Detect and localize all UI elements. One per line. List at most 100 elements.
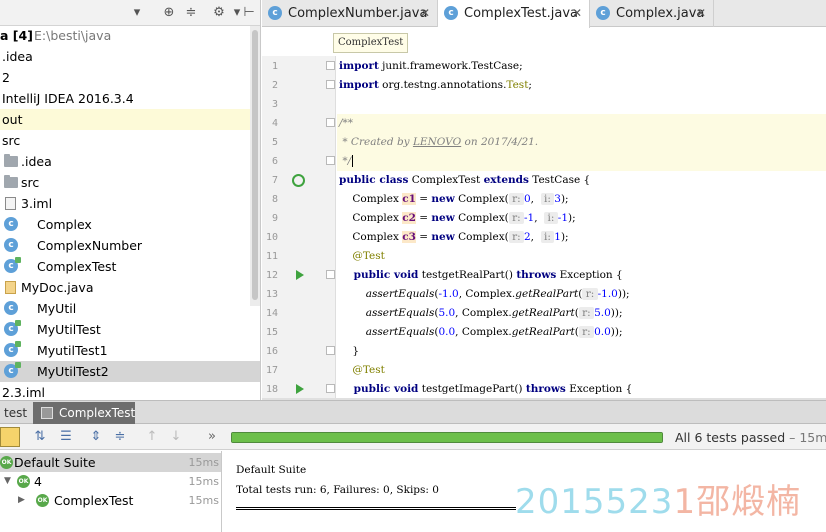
- tree-item-3-iml[interactable]: 3.iml: [0, 193, 250, 214]
- fold-marker[interactable]: [326, 156, 335, 165]
- project-scrollbar-thumb[interactable]: [252, 30, 258, 300]
- tab-complextest[interactable]: c ComplexTest.java ✕: [438, 0, 590, 28]
- code-line-5[interactable]: * Created by LENOVO on 2017/4/21.: [339, 133, 538, 152]
- test-class-icon: c: [4, 320, 21, 336]
- code-line-1[interactable]: import junit.framework.TestCase;: [339, 57, 523, 76]
- folder-icon: [4, 175, 18, 188]
- run-tab-complextest[interactable]: ComplexTest: [33, 402, 135, 424]
- java-file-icon: [5, 281, 16, 294]
- code-line-14[interactable]: assertEquals(5.0, Complex.getRealPart( r…: [339, 304, 623, 323]
- line-number: 7: [271, 175, 278, 186]
- sort-alpha-icon[interactable]: ⇅: [32, 429, 48, 445]
- test-suite-4[interactable]: ▼ OK 4 15ms: [0, 472, 221, 491]
- class-icon: c: [4, 301, 18, 315]
- line-number: 5: [271, 137, 278, 148]
- tree-item-src[interactable]: src: [0, 130, 250, 151]
- chevron-down-icon[interactable]: ▾: [128, 4, 146, 22]
- hide-icon[interactable]: ⊢: [240, 4, 258, 22]
- close-icon[interactable]: ✕: [420, 0, 430, 27]
- tree-item-2-3-iml[interactable]: 2.3.iml: [0, 382, 250, 400]
- folder-icon: [4, 154, 18, 167]
- class-icon: c: [4, 238, 18, 252]
- line-number: 13: [265, 289, 278, 300]
- line-number: 9: [271, 213, 278, 224]
- gear-icon[interactable]: ⚙: [210, 4, 228, 22]
- arrow-down-icon[interactable]: ↓: [168, 429, 184, 445]
- code-line-7[interactable]: public class ComplexTest extends TestCas…: [339, 171, 590, 190]
- test-class-icon: c: [4, 257, 21, 273]
- tree-item-myutil[interactable]: c MyUtil: [0, 298, 250, 319]
- code-line-6[interactable]: */: [339, 152, 354, 171]
- run-class-icon[interactable]: [292, 174, 305, 187]
- tab-complexnumber[interactable]: c ComplexNumber.java ✕: [262, 0, 438, 27]
- fold-marker[interactable]: [326, 384, 335, 393]
- collapse-all-icon[interactable]: ≑: [112, 429, 128, 445]
- code-line-17[interactable]: @Test: [339, 361, 385, 380]
- class-icon: c: [268, 6, 282, 20]
- target-icon[interactable]: ⊕: [160, 4, 178, 22]
- class-icon: c: [4, 217, 18, 231]
- line-number: 2: [271, 80, 278, 91]
- tree-item-idea[interactable]: .idea: [0, 46, 250, 67]
- code-line-2[interactable]: import org.testng.annotations.Test;: [339, 76, 532, 95]
- code-line-12[interactable]: public void testgetRealPart() throws Exc…: [339, 266, 623, 285]
- fold-marker[interactable]: [326, 118, 335, 127]
- line-number: 3: [271, 99, 278, 110]
- tree-item-out[interactable]: out: [0, 109, 250, 130]
- chevron-right-icon[interactable]: ▶: [18, 491, 25, 510]
- show-passed-button[interactable]: [0, 427, 20, 447]
- console-line: Total tests run: 6, Failures: 0, Skips: …: [236, 484, 439, 496]
- tree-item-project-root[interactable]: a [4] E:\besti\java: [0, 25, 250, 46]
- line-number: 14: [265, 308, 278, 319]
- tree-item-complexnumber[interactable]: c ComplexNumber: [0, 235, 250, 256]
- line-number: 12: [265, 270, 278, 281]
- code-line-9[interactable]: Complex c2 = new Complex( r: -1, i: -1);: [339, 209, 576, 228]
- tree-item-complextest[interactable]: c ComplexTest: [0, 256, 250, 277]
- test-class-icon: c: [444, 6, 458, 20]
- run-test-icon[interactable]: [296, 384, 304, 394]
- tree-item-myutiltest1[interactable]: c MyutilTest1: [0, 340, 250, 361]
- close-icon[interactable]: ✕: [696, 0, 706, 27]
- line-number: 10: [265, 232, 278, 243]
- code-line-4[interactable]: /**: [339, 114, 353, 133]
- code-line-11[interactable]: @Test: [339, 247, 385, 266]
- tree-item-idea-folder[interactable]: .idea: [0, 151, 250, 172]
- tree-item-myutiltest2[interactable]: c MyUtilTest2: [0, 361, 260, 382]
- more-icon[interactable]: »: [204, 429, 220, 445]
- tree-item-src-folder[interactable]: src: [0, 172, 250, 193]
- line-number: 8: [271, 194, 278, 205]
- code-line-15[interactable]: assertEquals(0.0, Complex.getRealPart( r…: [339, 323, 623, 342]
- console-rule: [236, 507, 516, 510]
- collapse-icon[interactable]: ≑: [182, 4, 200, 22]
- test-results-tree: OK Default Suite 15ms ▼ OK 4 15ms ▶ OK C…: [0, 451, 222, 532]
- expand-all-icon[interactable]: ⇕: [88, 429, 104, 445]
- chevron-down-icon[interactable]: ▼: [4, 472, 11, 491]
- fold-marker[interactable]: [326, 270, 335, 279]
- tree-item-complex[interactable]: c Complex: [0, 214, 250, 235]
- run-tab-test[interactable]: test: [4, 402, 27, 424]
- code-line-10[interactable]: Complex c3 = new Complex( r: 2, i: 1);: [339, 228, 569, 247]
- arrow-up-icon[interactable]: ↑: [144, 429, 160, 445]
- fold-marker[interactable]: [326, 346, 335, 355]
- test-class-complextest[interactable]: ▶ OK ComplexTest 15ms: [0, 491, 221, 510]
- tree-item-2[interactable]: 2: [0, 67, 250, 88]
- test-suite-default[interactable]: OK Default Suite 15ms: [0, 453, 221, 472]
- code-line-18[interactable]: public void testgetImagePart() throws Ex…: [339, 380, 633, 399]
- tree-item-myutiltest[interactable]: c MyUtilTest: [0, 319, 250, 340]
- fold-marker[interactable]: [326, 61, 335, 70]
- tab-complex[interactable]: c Complex.java ✕: [590, 0, 714, 27]
- tree-item-mydoc[interactable]: MyDoc.java: [0, 277, 250, 298]
- comment-highlight: [337, 152, 826, 171]
- line-number: 17: [265, 365, 278, 376]
- line-number: 1: [271, 61, 278, 72]
- close-icon[interactable]: ✕: [572, 0, 582, 27]
- sort-duration-icon[interactable]: ☰: [58, 429, 74, 445]
- fold-marker[interactable]: [326, 80, 335, 89]
- code-line-13[interactable]: assertEquals(-1.0, Complex.getRealPart( …: [339, 285, 630, 304]
- code-line-16[interactable]: }: [339, 342, 359, 361]
- run-test-icon[interactable]: [296, 270, 304, 280]
- line-number: 18: [265, 384, 278, 395]
- ok-icon: OK: [36, 494, 49, 507]
- tree-item-intellij[interactable]: IntelliJ IDEA 2016.3.4: [0, 88, 250, 109]
- code-line-8[interactable]: Complex c1 = new Complex( r: 0, i: 3);: [339, 190, 569, 209]
